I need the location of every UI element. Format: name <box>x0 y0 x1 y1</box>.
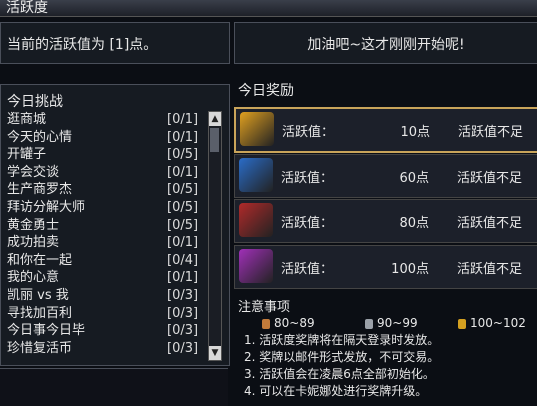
reward-label: 活跃值： <box>282 125 335 140</box>
challenge-name: 逛商城 <box>7 112 47 127</box>
challenge-name: 生产商罗杰 <box>7 182 73 198</box>
challenge-panel: 今日挑战 逛商城 [0/1] 今天的心情 [0/1] 开罐子 [0/5] 学会交谈 [0/1]… <box>0 84 230 366</box>
challenge-name: 学会交谈 <box>7 164 60 180</box>
challenge-name: 寻找加百利 <box>7 305 73 321</box>
challenge-progress: [0/4] <box>167 252 199 268</box>
medal-range: 90~99 <box>377 316 418 330</box>
challenge-item[interactable]: 我的心意 [0/1] <box>1 269 206 287</box>
note-line: 4. 可以在卡妮娜处进行奖牌升级。 <box>244 384 428 398</box>
window-title-bar[interactable]: 活跃度 <box>0 0 537 17</box>
reward-row[interactable]: 活跃值： 10点 活跃值不足 <box>234 107 537 153</box>
challenge-item[interactable]: 寻找加百利 [0/3] <box>1 305 206 323</box>
challenge-item[interactable]: 和你在一起 [0/4] <box>1 252 206 270</box>
challenge-progress: [0/5] <box>167 217 199 233</box>
scroll-thumb[interactable] <box>210 128 219 152</box>
gift-box-icon[interactable] <box>240 112 274 146</box>
challenge-name: 和你在一起 <box>7 252 73 268</box>
reward-status: 活跃值不足 <box>457 216 523 231</box>
challenge-item[interactable]: 生产商罗杰 [0/5] <box>1 181 206 199</box>
challenge-item[interactable]: 今日事今日毕 [0/3] <box>1 322 206 340</box>
challenge-name: 开罐子 <box>7 147 47 163</box>
cheer-panel: 加油吧~这才刚刚开始呢! <box>234 22 537 64</box>
scroll-up-icon[interactable]: ▲ <box>209 112 221 126</box>
cheer-text: 加油吧~这才刚刚开始呢! <box>307 37 465 53</box>
challenge-progress: [0/5] <box>167 199 199 215</box>
challenge-progress: [0/3] <box>167 340 199 356</box>
notes-heading: 注意事项 <box>238 300 291 315</box>
challenge-item[interactable]: 开罐子 [0/5] <box>1 146 206 164</box>
window-title: 活跃度 <box>6 0 48 16</box>
challenge-progress: [0/1] <box>167 129 199 145</box>
challenge-progress: [0/5] <box>167 147 199 163</box>
reward-points: 100点 <box>391 262 429 277</box>
gift-box-icon[interactable] <box>239 203 273 237</box>
reward-label: 活跃值： <box>281 216 334 231</box>
challenge-progress: [0/1] <box>167 164 199 180</box>
challenge-progress: [0/1] <box>167 112 199 127</box>
medal-range: 80~89 <box>274 316 315 330</box>
rewards-heading: 今日奖励 <box>238 83 294 99</box>
challenge-progress: [0/3] <box>167 323 199 339</box>
reward-row[interactable]: 活跃值： 100点 活跃值不足 <box>234 245 537 289</box>
challenge-name: 拜访分解大师 <box>7 199 86 215</box>
reward-points: 80点 <box>399 216 429 231</box>
challenge-item[interactable]: 拜访分解大师 [0/5] <box>1 199 206 217</box>
reward-label: 活跃值： <box>281 262 334 277</box>
challenge-item[interactable]: 学会交谈 [0/1] <box>1 164 206 182</box>
challenge-name: 今天的心情 <box>7 129 73 145</box>
challenge-item[interactable]: 今天的心情 [0/1] <box>1 129 206 147</box>
medal-icon <box>262 318 270 329</box>
challenge-list: 逛商城 [0/1] 今天的心情 [0/1] 开罐子 [0/5] 学会交谈 [0/1] 生产商罗杰… <box>1 111 206 357</box>
current-points-text: 当前的活跃值为 [1]点。 <box>7 37 158 53</box>
challenge-progress: [0/1] <box>167 235 199 251</box>
reward-label: 活跃值： <box>281 171 334 186</box>
note-line: 1. 活跃度奖牌将在隔天登录时发放。 <box>244 333 440 347</box>
challenge-item[interactable]: 成功拍卖 [0/1] <box>1 234 206 252</box>
challenge-name: 黄金勇士 <box>7 217 60 233</box>
challenge-item[interactable]: 珍惜复活币 [0/3] <box>1 340 206 358</box>
medal-icon <box>458 318 466 329</box>
reward-status: 活跃值不足 <box>457 262 523 277</box>
challenge-progress: [0/3] <box>167 305 199 321</box>
challenge-item[interactable]: 逛商城 [0/1] <box>1 111 206 129</box>
reward-row[interactable]: 活跃值： 60点 活跃值不足 <box>234 154 537 198</box>
note-line: 2. 奖牌以邮件形式发放，不可交易。 <box>244 350 440 364</box>
challenge-progress: [0/5] <box>167 182 199 198</box>
medal-tier: 90~99 <box>365 316 418 330</box>
challenge-name: 我的心意 <box>7 270 60 286</box>
challenge-name: 凯丽 vs 我 <box>7 287 69 303</box>
scroll-down-icon[interactable]: ▼ <box>209 346 221 360</box>
challenge-name: 珍惜复活币 <box>7 340 73 356</box>
gift-box-icon[interactable] <box>239 158 273 192</box>
challenge-progress: [0/1] <box>167 270 199 286</box>
challenge-item[interactable]: 黄金勇士 [0/5] <box>1 217 206 235</box>
challenge-progress: [0/3] <box>167 287 199 303</box>
current-points-panel: 当前的活跃值为 [1]点。 <box>0 22 230 64</box>
reward-status: 活跃值不足 <box>458 125 524 140</box>
reward-points: 60点 <box>399 171 429 186</box>
reward-row[interactable]: 活跃值： 80点 活跃值不足 <box>234 199 537 243</box>
bottom-strip <box>0 368 228 406</box>
medal-icon <box>365 318 373 329</box>
reward-status: 活跃值不足 <box>457 171 523 186</box>
challenge-name: 今日事今日毕 <box>7 323 86 339</box>
challenge-heading: 今日挑战 <box>7 94 63 110</box>
medal-tier: 100~102 <box>458 316 526 330</box>
medal-range: 100~102 <box>470 316 526 330</box>
gift-box-icon[interactable] <box>239 249 273 283</box>
challenge-name: 成功拍卖 <box>7 235 60 251</box>
reward-points: 10点 <box>400 125 430 140</box>
challenge-scrollbar[interactable]: ▲ ▼ <box>208 111 222 361</box>
note-line: 3. 活跃值会在凌晨6点全部初始化。 <box>244 367 435 381</box>
medal-tier: 80~89 <box>262 316 315 330</box>
challenge-item[interactable]: 凯丽 vs 我 [0/3] <box>1 287 206 305</box>
